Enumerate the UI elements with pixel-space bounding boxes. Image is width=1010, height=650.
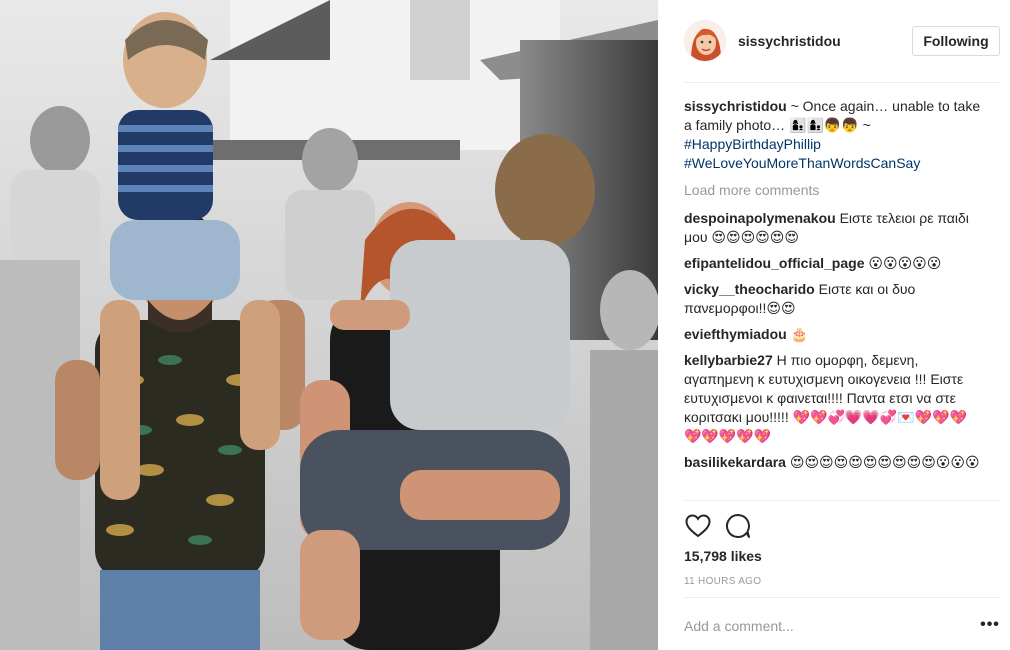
comments-list: sissychristidou ~ Once again… unable to … (684, 97, 984, 479)
comment-username[interactable]: vicky__theocharido (684, 281, 815, 297)
comment-text: 😮😮😮😮😮 (868, 255, 942, 271)
comment-text: 🎂 (790, 326, 809, 342)
list-item: basilikekardara 😍😍😍😍😍😍😍😍😍😍😮😮😮 (684, 453, 984, 472)
add-comment-input[interactable] (684, 618, 974, 634)
more-options-icon[interactable]: ••• (980, 617, 1000, 638)
likes-count[interactable]: 15,798 likes (684, 548, 762, 564)
footer-divider (684, 597, 1000, 598)
comment-username[interactable]: efipantelidou_official_page (684, 255, 864, 271)
list-item: despoinapolymenakou Ειστε τελειοι ρε παι… (684, 209, 984, 247)
family-photo-image (0, 0, 658, 650)
comment-bubble-icon[interactable] (724, 512, 752, 540)
following-button[interactable]: Following (912, 26, 1000, 56)
caption: sissychristidou ~ Once again… unable to … (684, 97, 984, 173)
hashtag-link[interactable]: #WeLoveYouMoreThanWordsCanSay (684, 154, 984, 173)
comment-username[interactable]: kellybarbie27 (684, 352, 773, 368)
hashtag-link[interactable]: #HappyBirthdayPhillip (684, 135, 984, 154)
list-item: kellybarbie27 Η πιο ομορφη, δεμενη, αγαπ… (684, 351, 984, 446)
post-side-panel: sissychristidou Following sissychristido… (658, 0, 1010, 650)
heart-icon[interactable] (684, 512, 712, 540)
post-timestamp[interactable]: 11 HOURS AGO (684, 576, 761, 587)
header-divider (684, 82, 1000, 83)
post-photo[interactable] (0, 0, 658, 650)
post-header: sissychristidou Following (684, 15, 1000, 67)
action-bar (684, 511, 764, 541)
post-username[interactable]: sissychristidou (738, 33, 912, 49)
comment-username[interactable]: despoinapolymenakou (684, 210, 836, 226)
list-item: efipantelidou_official_page 😮😮😮😮😮 (684, 254, 984, 273)
list-item: eviefthymiadou 🎂 (684, 325, 984, 344)
load-more-comments-link[interactable]: Load more comments (684, 181, 984, 200)
avatar-image (685, 21, 725, 61)
comment-username[interactable]: basilikekardara (684, 454, 786, 470)
comment-text: 😍😍😍😍😍😍😍😍😍😍😮😮😮 (789, 454, 980, 470)
comment-username[interactable]: eviefthymiadou (684, 326, 787, 342)
caption-username[interactable]: sissychristidou (684, 98, 787, 114)
comments-divider (684, 500, 1000, 501)
avatar[interactable] (684, 20, 726, 62)
list-item: vicky__theocharido Ειστε και οι δυο πανε… (684, 280, 984, 318)
